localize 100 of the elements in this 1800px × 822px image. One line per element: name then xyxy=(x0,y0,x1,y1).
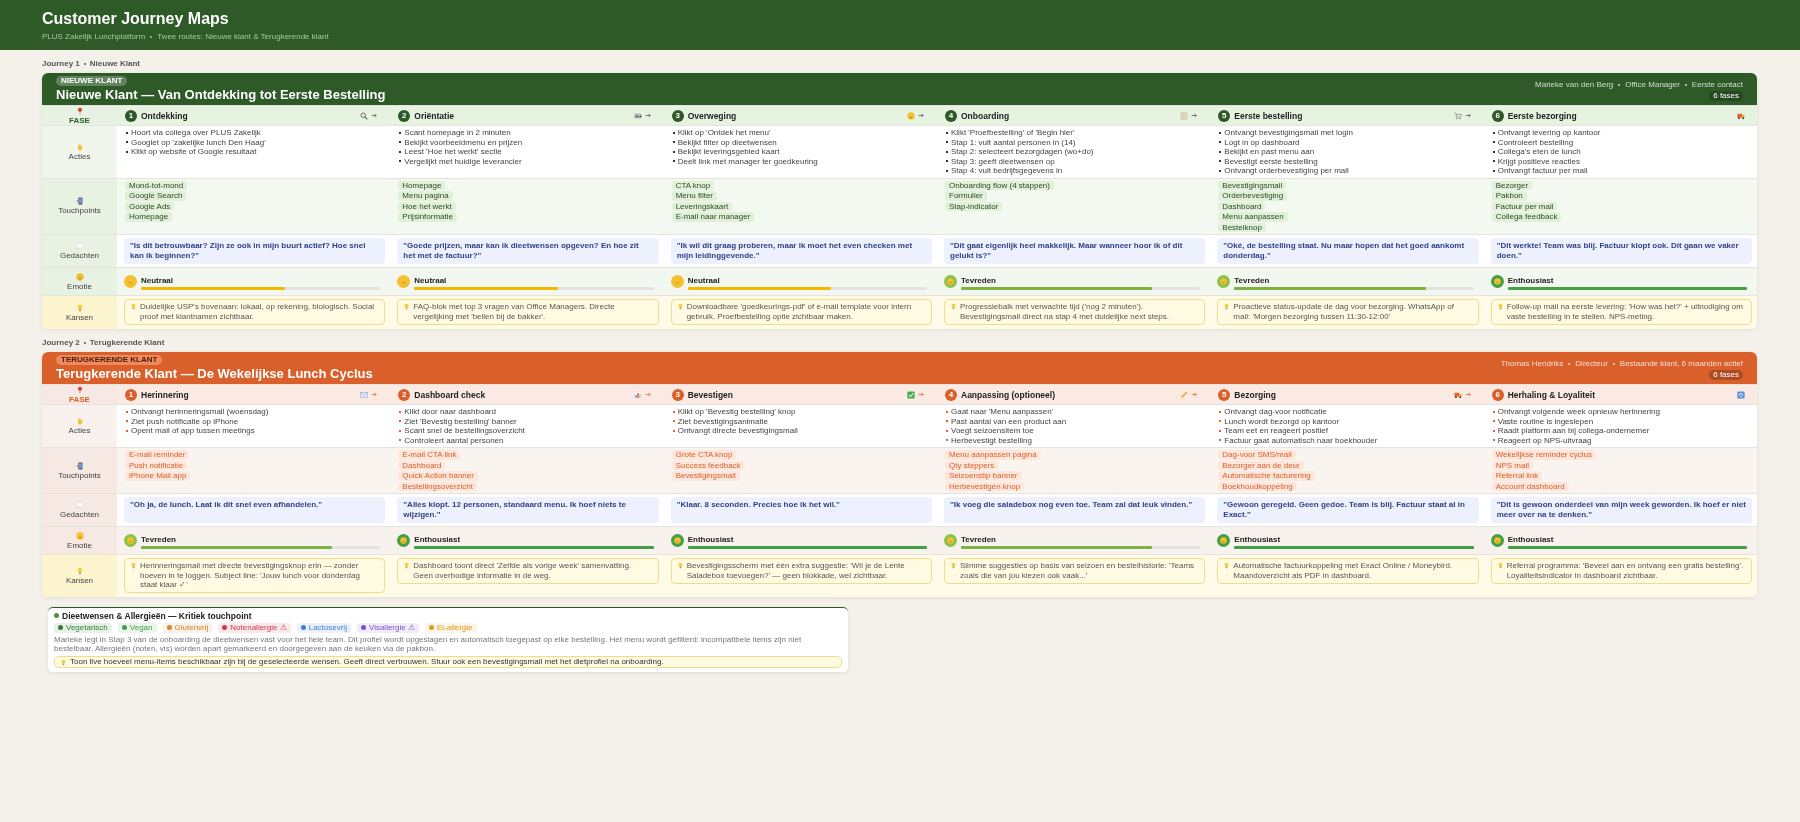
lightbulb-icon xyxy=(403,303,411,310)
eyes-icon xyxy=(633,111,642,120)
touchpoint-tag: CTA knop xyxy=(671,180,715,190)
persona-text: Eerste contact xyxy=(1691,80,1743,89)
touchpoint-tag: Qty steppers xyxy=(945,460,999,470)
touchpoint-tag: Stap-indicator xyxy=(945,201,1003,211)
row-label: Touchpoints xyxy=(58,206,101,216)
touchpoint-tag: Push notificatie xyxy=(125,460,188,470)
thought-quote: "Dit is gewoon onderdeel van mijn week geworden. Ik hoef er niet meer over na te denken." xyxy=(1490,497,1752,523)
emotion-label: Tevreden xyxy=(961,275,997,285)
touchpoint-tag: Seizoenstip banner xyxy=(945,471,1022,481)
pin-icon xyxy=(75,106,84,115)
persona-text: Thomas Hendriks xyxy=(1500,359,1564,368)
status-dot xyxy=(54,613,59,618)
row-label: FASE xyxy=(69,394,90,404)
emotion-label: Enthousiast xyxy=(1234,534,1282,544)
lightbulb-icon xyxy=(950,562,957,569)
checkbox-icon xyxy=(907,390,915,399)
phase-number: 1 xyxy=(125,109,137,122)
phase-name: Oriëntatie xyxy=(414,110,454,121)
thought-quote: "Dit gaat eigenlijk heel makkelijk. Maar wanneer hoor ik of dit gelukt is?" xyxy=(944,238,1206,264)
thought-quote: "Gewoon geregeld. Geen gedoe. Team is blij. Factuur staat al in Exact." xyxy=(1217,497,1479,523)
touchpoint-tag: iPhone Mail app xyxy=(125,471,191,481)
panel-description: Marieke legt in Stap 3 van de onboarding de dieetwensen vast voor het hele team. Dit profiel wordt opgeslagen en automatisch toegepast op elke bestelling. Het menu wordt gefilterd: incompatibele items zijn niet bestelbaar. Allergieën (noten, vis) worden apart gemarkeerd en doorgegeven aan de keuken via de pakbon. xyxy=(54,634,803,654)
phase-name: Aanpassing (optioneel) xyxy=(961,389,1055,400)
touchpoint-tag: Prijsinformatie xyxy=(398,212,457,222)
row-label: Gedachten xyxy=(59,251,100,260)
opportunity-text: Follow-up mail na eerste levering: 'How was het?' + uitnodiging om vaste bestelling in te stellen. NPS-meting. xyxy=(1506,302,1744,321)
touchpoint-tag: Orderbevestiging xyxy=(1218,191,1288,201)
phase-number: 5 xyxy=(1218,109,1231,122)
search-icon xyxy=(360,111,369,120)
thought-quote: "Dit werkte! Team was blij. Factuur klopt ook. Dit gaan we vaker doen." xyxy=(1490,238,1752,264)
persona-text: Directeur xyxy=(1575,359,1608,368)
journey-label: Terugkerende Klant xyxy=(89,338,165,347)
touchpoint-tag: E-mail CTA link xyxy=(398,450,461,460)
hand-icon xyxy=(75,417,84,425)
touchpoint-tag: Success feedback xyxy=(671,460,745,470)
speech-bubble-icon xyxy=(75,501,84,509)
opportunity-text: Referral programma: 'Beveel aan en ontvang een gratis bestelling'. Loyaliteitsindicator in dashboard zichtbaar. xyxy=(1506,561,1745,580)
opportunity-text: Slimme suggesties op basis van seizoen en bestelhistorie: 'Teams zoals die van jou kiezen ook vaak...' xyxy=(960,561,1196,580)
lightbulb-icon xyxy=(60,658,67,666)
arrow-icon xyxy=(371,112,379,119)
touchpoint-tag: Menu aanpassen xyxy=(1218,212,1288,222)
phase-name: Ontdekking xyxy=(141,110,188,121)
phase-name: Bezorging xyxy=(1234,389,1276,400)
touchpoint-tag: Homepage xyxy=(125,212,173,222)
touchpoint-tag: Quick Action banner xyxy=(398,471,478,481)
opportunity-text: Bevestigingsscherm met één extra suggestie: 'Wil je de Lente Saladebox toevoegen?' — geen blokkade, wel zichtbaar. xyxy=(686,561,906,580)
lightbulb-icon xyxy=(75,303,84,312)
smiley-icon xyxy=(75,531,84,540)
journey-title: Terugkerende Klant — De Wekelijkse Lunch Cyclus xyxy=(56,366,373,381)
row-label: Kansen xyxy=(65,312,94,322)
subtitle-text: Twee routes: Nieuwe klant & Terugkerende klant xyxy=(157,32,329,41)
arrow-icon xyxy=(1191,391,1199,398)
touchpoint-tag: Bestelknop xyxy=(1218,222,1266,232)
touchpoint-tag: Onboarding flow (4 stappen) xyxy=(945,180,1054,190)
lightbulb-icon xyxy=(1223,303,1231,310)
thought-quote: "Klaar. 8 seconden. Precies hoe ik het wil." xyxy=(670,497,932,523)
arrow-icon xyxy=(1464,391,1472,398)
row-label: Kansen xyxy=(65,575,94,585)
emotion-label: Enthousiast xyxy=(687,534,735,544)
pin-icon xyxy=(75,385,84,394)
emotion-label: Tevreden xyxy=(141,534,177,544)
phase-number: 5 xyxy=(1218,388,1231,401)
touchpoint-tag: Account dashboard xyxy=(1491,481,1569,491)
phase-number: 4 xyxy=(945,388,957,401)
phase-number: 6 xyxy=(1491,109,1504,122)
row-label: Emotie xyxy=(67,540,92,550)
pencil-icon xyxy=(1180,390,1189,399)
touchpoint-tag: Boekhoudkoppeling xyxy=(1218,481,1297,491)
lightbulb-icon xyxy=(75,566,84,575)
touchpoint-tag: Bestellingsoverzicht xyxy=(398,481,478,491)
arrow-icon xyxy=(644,391,652,398)
journey-label: Nieuwe Klant xyxy=(89,59,141,68)
touchpoint-tag: Hoe het werkt xyxy=(398,201,456,211)
opportunity-text: Proactieve status-update de dag voor bezorging. WhatsApp of mail: 'Morgen bezorging tussen 11:30-12:00' xyxy=(1233,302,1455,321)
touchpoint-tag: Referral link xyxy=(1491,471,1543,481)
touchpoint-tag: Dashboard xyxy=(1218,201,1266,211)
touchpoint-tag: Google Ads xyxy=(125,201,175,211)
journey-badge: NIEUWE KLANT xyxy=(56,76,128,86)
lightbulb-icon xyxy=(950,303,957,310)
touchpoint-tag: NPS mail xyxy=(1491,460,1533,470)
arrow-icon xyxy=(918,112,925,119)
diet-tag: Vegan xyxy=(117,622,157,633)
phase-name: Bevestigen xyxy=(687,389,733,400)
touchpoint-tag: Wekelijkse reminder cyclus xyxy=(1491,450,1596,460)
thought-quote: "Alles klopt. 12 personen, standaard menu. Ik hoef niets te wijzigen." xyxy=(397,497,659,523)
emotion-label: Tevreden xyxy=(1234,275,1271,285)
emotion-label: Neutraal xyxy=(414,275,448,285)
panel-title: Dieetwensen & Allergieën — Kritiek touchpoint xyxy=(62,610,252,621)
phone-icon xyxy=(75,461,84,470)
journey-label: Journey 1 xyxy=(42,59,80,68)
diet-tag: Visallergie ⚠ xyxy=(356,622,419,633)
row-label: Acties xyxy=(68,426,91,435)
subtitle-text: PLUS Zakelijk Lunchplatform xyxy=(42,32,146,41)
touchpoint-tag: Bezorger aan de deur xyxy=(1218,460,1304,470)
opportunity-text: Herinneringsmail met directe bevestigingsknop erin — zonder hoeven in te loggen. Subject line: 'Jouw lunch voor donderdag staat klaar ✓' xyxy=(140,561,361,590)
smiley-icon xyxy=(75,272,84,281)
row-label: Touchpoints xyxy=(58,470,101,480)
opportunity-text: Automatische factuurkoppeling met Exact Online / Moneybird. Maandoverzicht als PDF in dashboard. xyxy=(1233,561,1454,580)
